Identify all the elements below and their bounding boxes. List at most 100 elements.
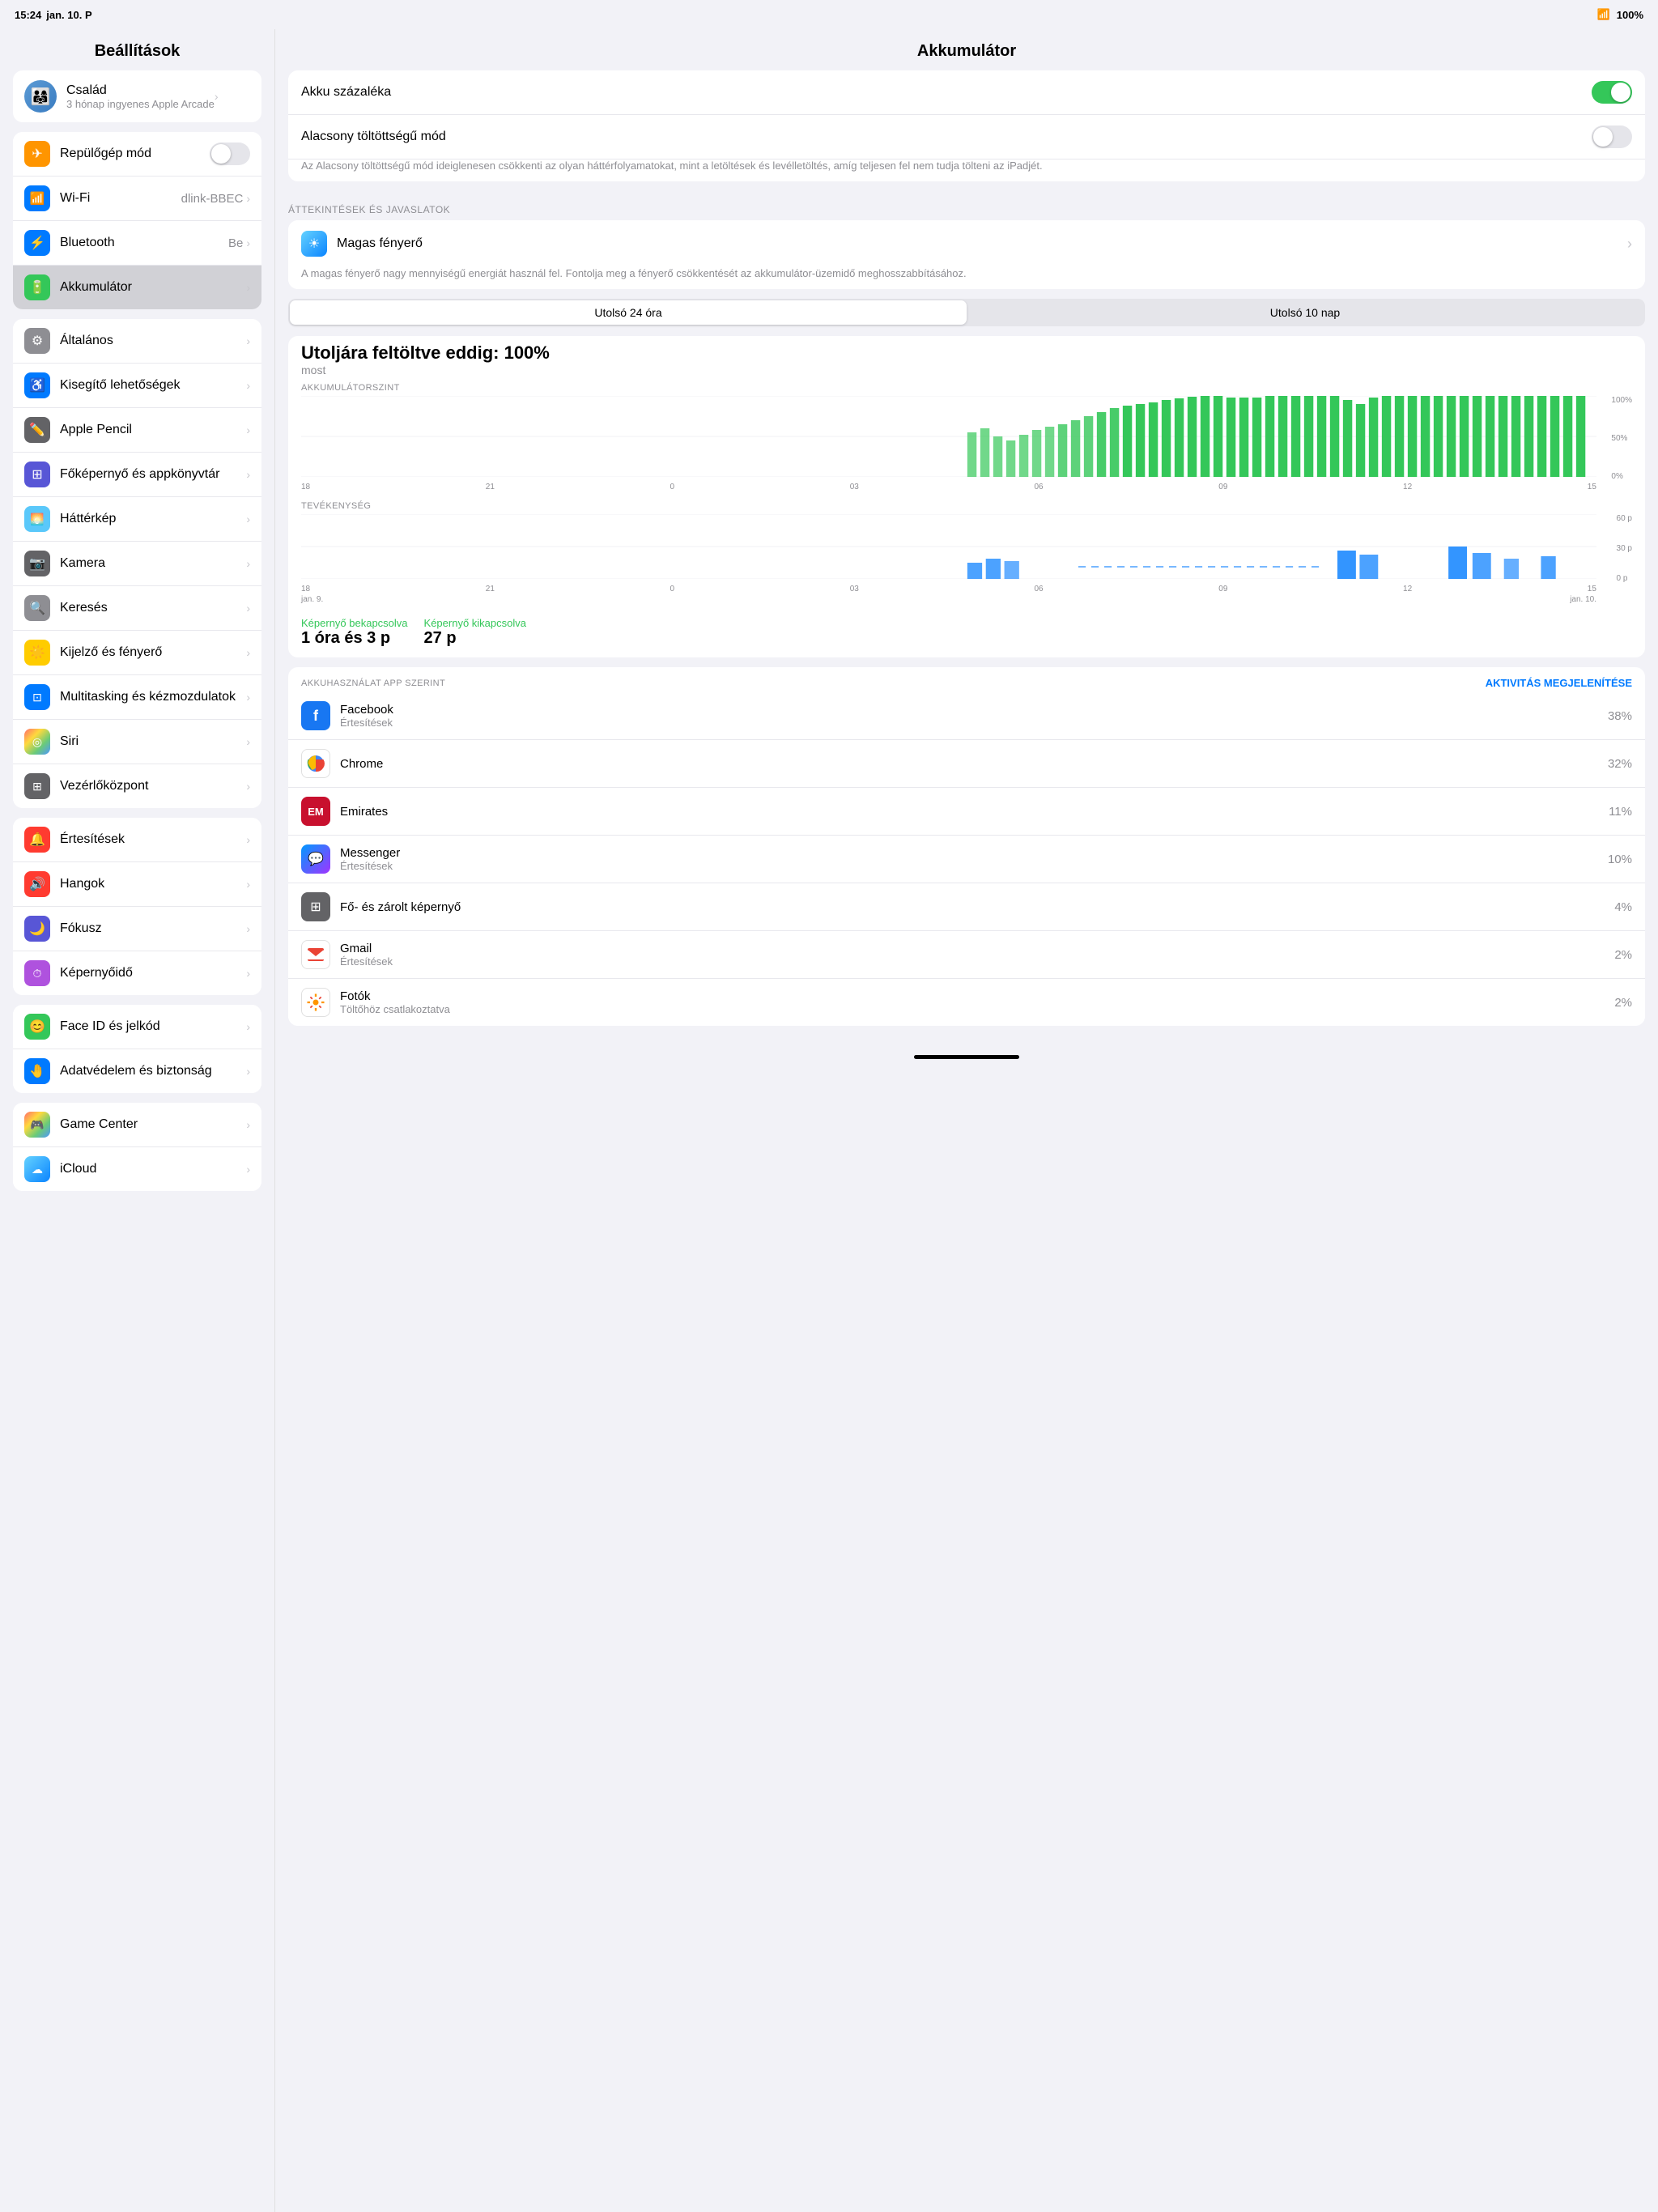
focus-chevron: › [246,922,250,935]
screentime-label: Képernyőidő [60,966,246,981]
sidebar-item-wallpaper[interactable]: 🌅 Háttérkép › [13,497,261,542]
activity-x-labels: 18 21 0 03 06 09 12 15 [301,583,1632,593]
app-usage-action[interactable]: AKTIVITÁS MEGJELENÍTÉSE [1486,677,1632,689]
sidebar-item-faceid[interactable]: 😊 Face ID és jelkód › [13,1005,261,1049]
battery-pct-toggle[interactable] [1592,81,1632,104]
app-item-messenger[interactable]: 💬 Messenger Értesítések 10% [288,836,1645,883]
sidebar-item-camera[interactable]: 📷 Kamera › [13,542,261,586]
brightness-row[interactable]: ☀ Magas fényerő › [288,220,1645,267]
privacy-icon: 🤚 [24,1058,50,1084]
home-indicator [914,1055,1019,1059]
app-usage-header: AKKUHASZNÁLAT APP SZERINT AKTIVITÁS MEGJ… [288,667,1645,692]
app-item-facebook[interactable]: f Facebook Értesítések 38% [288,692,1645,740]
controlcenter-chevron: › [246,780,250,793]
sidebar-item-sounds[interactable]: 🔊 Hangok › [13,862,261,907]
airplane-toggle[interactable] [210,143,250,165]
screen-on-item: Képernyő bekapcsolva 1 óra és 3 p [301,617,408,648]
wifi-value: dlink-BBEC [181,192,244,206]
gamecenter-icon: 🎮 [24,1112,50,1138]
sidebar-group-1: ✈ Repülőgép mód 📶 Wi-Fi dlink-BBEC › ⚡ B… [13,132,261,309]
gmail-info: Gmail Értesítések [340,942,1614,968]
family-icon-symbol: 👨‍👩‍👧 [31,87,51,107]
sidebar-group-3: 🔔 Értesítések › 🔊 Hangok › 🌙 Fókusz › [13,818,261,995]
sidebar-item-privacy[interactable]: 🤚 Adatvédelem és biztonság › [13,1049,261,1093]
family-chevron: › [215,90,219,103]
wifi-icon-sidebar: 📶 [24,185,50,211]
family-text: Család 3 hónap ingyenes Apple Arcade [66,83,215,110]
y-label-0: 0% [1611,472,1632,481]
tab-last10[interactable]: Utolsó 10 nap [967,300,1643,325]
low-power-desc: Az Alacsony töltöttségű mód ideiglenesen… [288,160,1645,181]
airplane-icon: ✈ [24,141,50,167]
sidebar-item-multitask[interactable]: ⊡ Multitasking és kézmozdulatok › [13,675,261,720]
app-item-photos[interactable]: Fotók Töltőhöz csatlakoztatva 2% [288,979,1645,1026]
emirates-info: Emirates [340,805,1609,819]
app-item-gmail[interactable]: Gmail Értesítések 2% [288,931,1645,979]
accessibility-chevron: › [246,379,250,392]
act-y-30: 30 p [1617,544,1632,553]
search-icon: 🔍 [24,595,50,621]
chrome-info: Chrome [340,757,1608,771]
bottom-bar-container [275,1036,1658,1078]
battery-info: Utoljára feltöltve eddig: 100% most [288,336,1645,380]
app-item-chrome[interactable]: Chrome 32% [288,740,1645,788]
x-label-12: 12 [1403,483,1412,491]
low-power-toggle[interactable] [1592,125,1632,148]
homescreen-icon: ⊞ [24,462,50,487]
status-date: jan. 10. P [46,9,91,21]
screen-on-label: Képernyő bekapcsolva [301,617,408,629]
sidebar-item-homescreen[interactable]: ⊞ Főképernyő és appkönyvtár › [13,453,261,497]
homescreen-chevron: › [246,468,250,481]
sidebar-item-accessibility[interactable]: ♿ Kisegítő lehetőségek › [13,364,261,408]
screentime-chevron: › [246,967,250,980]
sidebar-item-general[interactable]: ⚙ Általános › [13,319,261,364]
chrome-icon [301,749,330,778]
sidebar-item-focus[interactable]: 🌙 Fókusz › [13,907,261,951]
sidebar-item-family[interactable]: 👨‍👩‍👧 Család 3 hónap ingyenes Apple Arca… [13,70,261,122]
search-label: Keresés [60,601,246,615]
chrome-pct: 32% [1608,757,1632,771]
sidebar-item-icloud[interactable]: ☁ iCloud › [13,1147,261,1191]
app-item-homescreen[interactable]: ⊞ Fő- és zárolt képernyő 4% [288,883,1645,931]
sidebar-item-gamecenter[interactable]: 🎮 Game Center › [13,1103,261,1147]
sidebar-item-controlcenter[interactable]: ⊞ Vezérlőközpont › [13,764,261,808]
sidebar-item-search[interactable]: 🔍 Keresés › [13,586,261,631]
gamecenter-chevron: › [246,1118,250,1131]
bluetooth-icon: ⚡ [24,230,50,256]
brightness-chevron: › [1627,236,1632,253]
siri-label: Siri [60,734,246,749]
sidebar-item-bluetooth[interactable]: ⚡ Bluetooth Be › [13,221,261,266]
sidebar-group-family: 👨‍👩‍👧 Család 3 hónap ingyenes Apple Arca… [13,70,261,122]
sidebar-item-siri[interactable]: ◎ Siri › [13,720,261,764]
sidebar-group-4: 😊 Face ID és jelkód › 🤚 Adatvédelem és b… [13,1005,261,1093]
privacy-label: Adatvédelem és biztonság [60,1064,246,1078]
activity-chart-wrap: 60 p 30 p 0 p [301,514,1632,583]
homescreen-app-info: Fő- és zárolt képernyő [340,900,1614,914]
controlcenter-icon: ⊞ [24,773,50,799]
sounds-label: Hangok [60,877,246,891]
sidebar-item-notifications[interactable]: 🔔 Értesítések › [13,818,261,862]
sidebar-item-applepencil[interactable]: ✏️ Apple Pencil › [13,408,261,453]
status-bar-left: 15:24 jan. 10. P [15,9,92,21]
wallpaper-chevron: › [246,513,250,525]
screentime-icon: ⏱ [24,960,50,986]
applepencil-chevron: › [246,423,250,436]
app-item-emirates[interactable]: EM Emirates 11% [288,788,1645,836]
status-bar-right: 📶 100% [1597,8,1643,21]
wallpaper-icon: 🌅 [24,506,50,532]
airplane-label: Repülőgép mód [60,147,210,161]
display-chevron: › [246,646,250,659]
sidebar-item-display[interactable]: ☀️ Kijelző és fényerő › [13,631,261,675]
sidebar-item-screentime[interactable]: ⏱ Képernyőidő › [13,951,261,995]
date-jan10: jan. 10. [1570,595,1596,604]
wifi-label: Wi-Fi [60,191,181,206]
battery-chart-svg: ⚡ [301,396,1596,477]
battery-chart-label: AKKUMULÁTORSZINT [301,383,1632,393]
battery-indicator: 100% [1617,9,1643,21]
notifications-chevron: › [246,833,250,846]
sidebar-item-battery[interactable]: 🔋 Akkumulátor › [13,266,261,309]
tab-last24[interactable]: Utolsó 24 óra [290,300,967,325]
sidebar-item-wifi[interactable]: 📶 Wi-Fi dlink-BBEC › [13,177,261,221]
battery-settings-section: Akku százaléka Alacsony töltöttségű mód … [288,70,1645,181]
sidebar-item-airplane[interactable]: ✈ Repülőgép mód [13,132,261,177]
